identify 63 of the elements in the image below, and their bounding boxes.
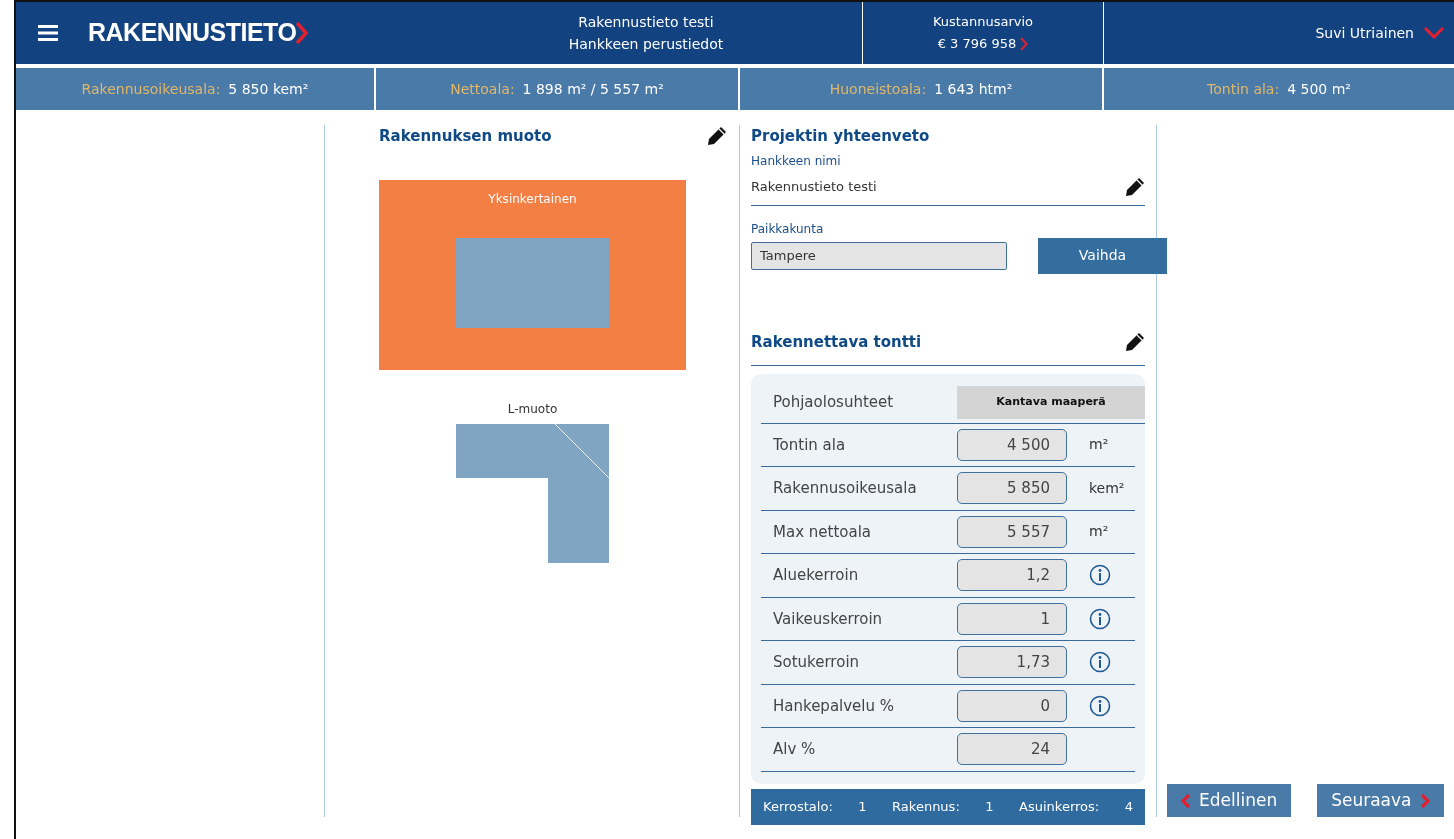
value-field[interactable]: 1 bbox=[957, 602, 1067, 635]
row-label: Vaikeuskerroin bbox=[772, 608, 884, 630]
row-label: Hankepalvelu % bbox=[772, 695, 896, 717]
section-title: Rakennettava tontti bbox=[751, 331, 922, 353]
row-label: Sotukerroin bbox=[772, 652, 861, 673]
user-menu[interactable]: Suvi Utriainen bbox=[1104, 2, 1454, 64]
unit-label: m² bbox=[1089, 435, 1109, 455]
stat-value: 4 500 m² bbox=[1287, 79, 1351, 99]
estimate-link[interactable]: € 3 796 958 bbox=[937, 33, 1029, 55]
logo[interactable]: RAKENNUSTIETO bbox=[88, 14, 309, 52]
total-label: Kerrostalo: bbox=[763, 797, 833, 816]
total-label: Rakennus: bbox=[892, 797, 960, 816]
info-icon[interactable] bbox=[1089, 564, 1111, 587]
row-label: Alv % bbox=[772, 739, 817, 760]
total-label: Asuinkerros: bbox=[1019, 797, 1100, 816]
edit-icon[interactable] bbox=[1125, 332, 1145, 352]
value-field[interactable]: 4 500 bbox=[957, 428, 1067, 461]
field-label: Hankkeen nimi bbox=[751, 152, 842, 170]
edit-icon[interactable] bbox=[707, 126, 727, 147]
total-value: 1 bbox=[985, 797, 994, 816]
menu-icon[interactable] bbox=[38, 25, 58, 41]
unit-label: m² bbox=[1089, 522, 1109, 542]
value-field[interactable]: 1,73 bbox=[957, 646, 1067, 679]
info-icon[interactable] bbox=[1089, 651, 1111, 674]
field-label: Paikkakunta bbox=[751, 220, 825, 238]
row-label: Aluekerroin bbox=[772, 565, 860, 586]
stat-label: Huoneistoala: bbox=[829, 79, 927, 99]
previous-button[interactable]: Edellinen bbox=[1167, 784, 1292, 817]
estimate-label: Kustannusarvio bbox=[933, 13, 1033, 31]
total-value: 4 bbox=[1124, 797, 1133, 816]
chevron-right-icon bbox=[1020, 37, 1029, 51]
value-field[interactable]: 24 bbox=[957, 733, 1067, 766]
section-title: Rakennuksen muoto bbox=[379, 126, 552, 147]
unit-label: kem² bbox=[1089, 478, 1125, 498]
value-field[interactable]: 0 bbox=[957, 689, 1067, 722]
section-title: Projektin yhteenveto bbox=[751, 126, 931, 147]
chevron-right-icon bbox=[1419, 792, 1430, 809]
stat-value: 1 898 m² / 5 557 m² bbox=[522, 79, 664, 99]
city-field[interactable]: Tampere bbox=[751, 241, 1007, 270]
row-label: Max nettoala bbox=[772, 521, 872, 543]
project-name-value: Rakennustieto testi bbox=[751, 178, 877, 197]
project-title: Rakennustieto testi bbox=[578, 13, 714, 32]
row-label: Tontin ala bbox=[772, 434, 847, 456]
value-field[interactable]: 1,2 bbox=[957, 559, 1067, 592]
total-value: 1 bbox=[858, 797, 867, 816]
soil-select-button[interactable]: Kantava maaperä bbox=[957, 385, 1145, 419]
row-label: Rakennusoikeusala bbox=[772, 478, 918, 499]
stat-label: Rakennusoikeusala: bbox=[81, 79, 221, 99]
change-button[interactable]: Vaihda bbox=[1038, 237, 1167, 274]
value-field[interactable]: 5 557 bbox=[957, 515, 1067, 548]
chevron-down-icon bbox=[1424, 27, 1444, 39]
chevron-left-icon bbox=[1181, 792, 1191, 809]
info-icon[interactable] bbox=[1089, 694, 1111, 717]
edit-icon[interactable] bbox=[1125, 177, 1145, 197]
row-label: Pohjaolosuhteet bbox=[772, 391, 895, 413]
info-icon[interactable] bbox=[1089, 607, 1111, 630]
value-field[interactable]: 5 850 bbox=[957, 472, 1067, 505]
stat-value: 1 643 htm² bbox=[934, 79, 1013, 99]
stat-value: 5 850 kem² bbox=[228, 79, 309, 99]
stat-label: Tontin ala: bbox=[1207, 79, 1280, 99]
stat-label: Nettoala: bbox=[450, 79, 515, 99]
next-button[interactable]: Seuraava bbox=[1317, 784, 1444, 817]
page-title: Hankkeen perustiedot bbox=[568, 35, 724, 54]
